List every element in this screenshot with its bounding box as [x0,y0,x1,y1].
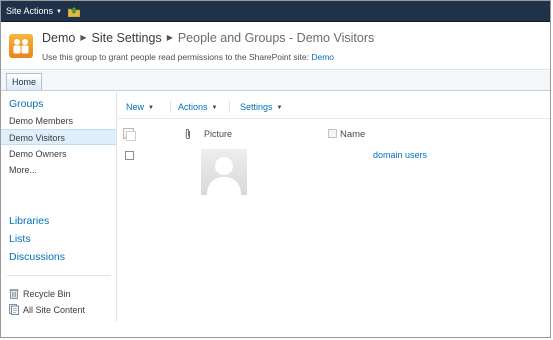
default-person-icon [201,149,247,195]
select-all-checkbox[interactable] [123,128,136,141]
chevron-down-icon: ▼ [148,105,154,111]
ql-recycle-bin-label: Recycle Bin [23,289,71,299]
ribbon-bar: Site Actions ▼ [1,1,550,22]
ql-discussions-header[interactable]: Discussions [9,251,65,263]
chevron-down-icon: ▼ [56,9,62,15]
tab-home[interactable]: Home [6,73,43,90]
toolbar-divider [170,101,171,113]
column-header-name[interactable]: Name [340,129,365,140]
breadcrumb-site[interactable]: Demo [42,31,75,45]
recycle-bin-icon [9,289,19,299]
row-name-link[interactable]: domain users [373,150,427,160]
actions-menu-button[interactable]: Actions ▼ [178,102,217,112]
person-silhouette [207,157,241,195]
chevron-down-icon: ▼ [211,105,218,111]
top-navigation: Home [1,71,550,91]
name-column-checkbox-icon [328,129,337,138]
navigate-up-icon[interactable] [68,6,80,17]
ql-groups-header[interactable]: Groups [9,98,43,110]
description-site-link[interactable]: Demo [311,52,334,62]
description-text: Use this group to grant people read perm… [42,52,312,62]
site-content-icon [9,304,19,315]
list-header-row: Picture Name [118,125,550,143]
quick-launch: Groups Demo Members Demo Visitors Demo O… [1,92,117,322]
title-area: Demo ▶ Site Settings ▶ People and Groups - D… [1,22,550,70]
site-logo[interactable] [9,34,33,58]
list-toolbar: New ▼ Actions ▼ Settings ▼ [118,98,550,116]
group-description: Use this group to grant people read perm… [42,52,334,62]
ql-all-site-content-label: All Site Content [23,305,86,315]
attachment-icon [185,128,190,140]
ql-item-demo-visitors[interactable]: Demo Visitors [1,129,116,145]
row-checkbox[interactable] [125,151,134,160]
toolbar-divider [229,101,230,113]
ql-libraries-header[interactable]: Libraries [9,215,49,227]
settings-menu-label: Settings [240,102,273,112]
ql-item-demo-owners[interactable]: Demo Owners [1,146,116,162]
people-icon [13,39,29,54]
table-row: domain users [118,147,550,197]
breadcrumb: Demo ▶ Site Settings ▶ People and Groups - D… [42,31,374,45]
toolbar-rule [118,118,550,119]
ql-all-site-content[interactable]: All Site Content [9,304,85,315]
new-menu-button[interactable]: New ▼ [126,102,154,112]
site-actions-menu[interactable]: Site Actions ▼ [6,1,62,22]
ql-divider [7,275,111,276]
page-title: People and Groups - Demo Visitors [177,31,375,45]
new-menu-label: New [126,102,145,112]
settings-menu-button[interactable]: Settings ▼ [240,102,282,112]
sharepoint-window: Site Actions ▼ Demo ▶ Site Settings ▶ People … [0,0,551,338]
ql-recycle-bin[interactable]: Recycle Bin [9,288,71,299]
site-actions-label: Site Actions [6,6,54,16]
ql-item-demo-members[interactable]: Demo Members [1,113,116,129]
breadcrumb-site-settings[interactable]: Site Settings [92,31,162,45]
ql-item-more[interactable]: More... [1,162,116,178]
column-header-picture[interactable]: Picture [204,129,232,139]
actions-menu-label: Actions [178,102,208,112]
breadcrumb-separator-icon: ▶ [80,33,87,42]
ql-lists-header[interactable]: Lists [9,233,31,245]
breadcrumb-separator-icon: ▶ [166,33,173,42]
chevron-down-icon: ▼ [276,105,283,111]
